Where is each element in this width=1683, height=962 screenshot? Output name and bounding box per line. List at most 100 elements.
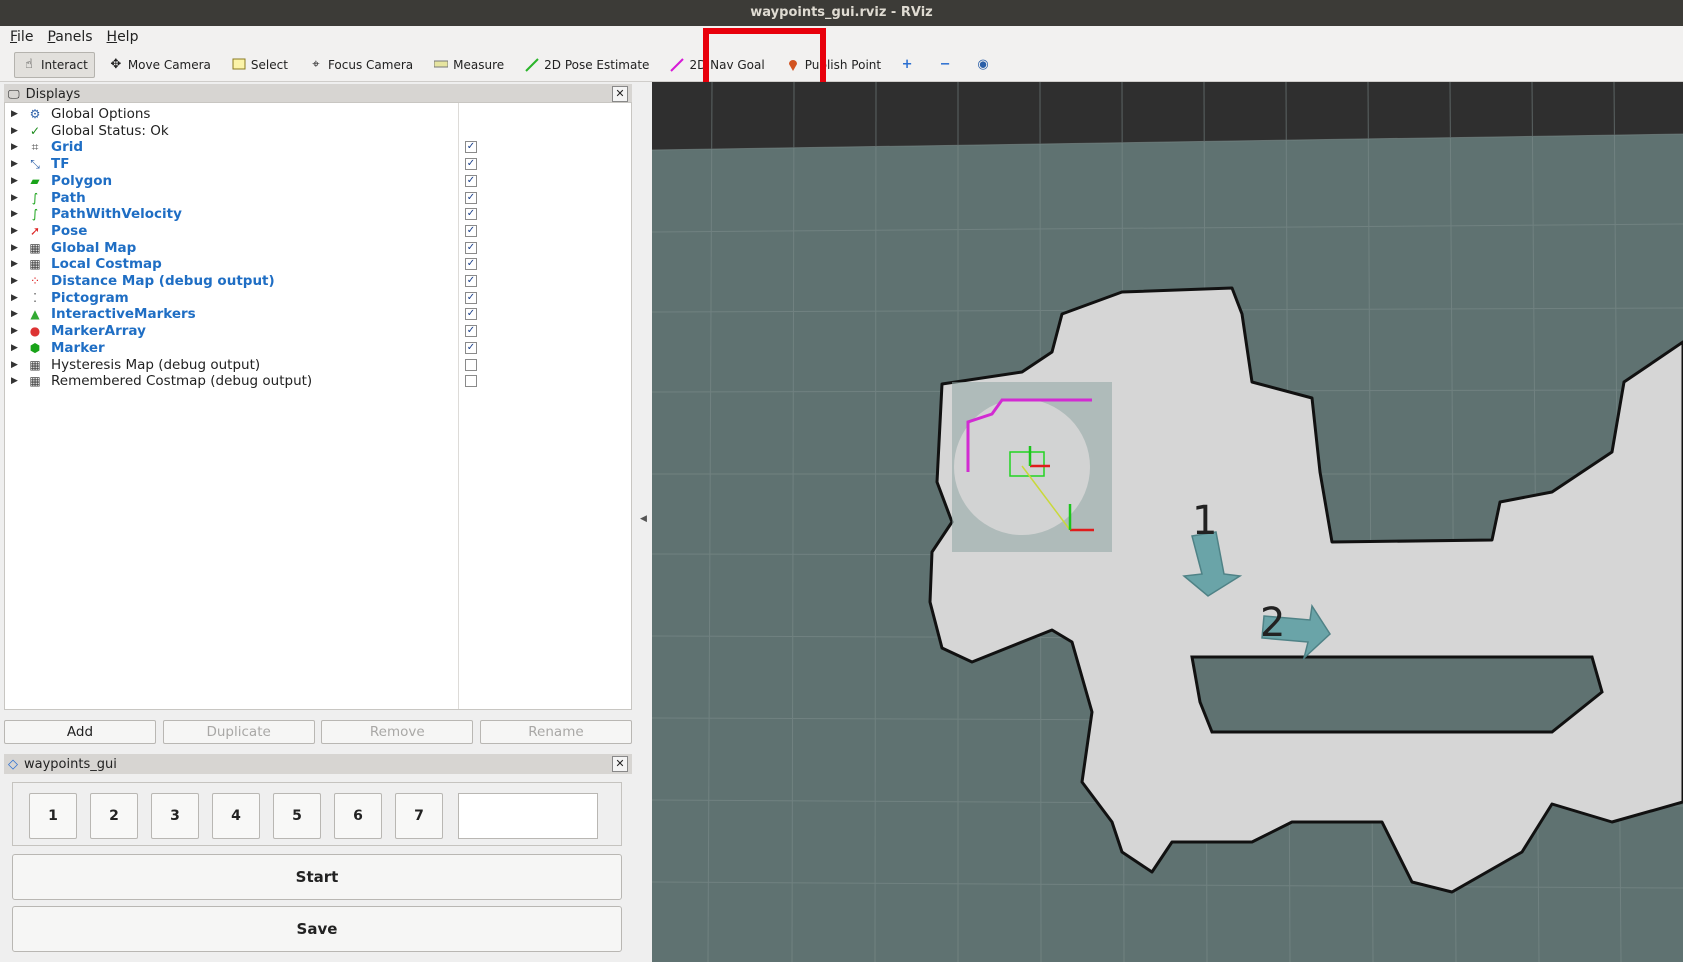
waypoint-number-box: 1 2 3 4 5 6 7 xyxy=(12,782,622,846)
display-label: Hysteresis Map (debug output) xyxy=(51,356,261,373)
display-row[interactable]: ▶ ▦ Hysteresis Map (debug output) xyxy=(5,356,631,374)
display-enabled-checkbox[interactable]: ✓ xyxy=(465,308,477,321)
display-row[interactable]: ▶ ⌗ Grid ✓ xyxy=(5,138,631,156)
rviz-3d-viewport[interactable]: 1 2 xyxy=(652,82,1683,962)
menu-panels[interactable]: Panels xyxy=(47,29,92,45)
expand-arrow-icon[interactable]: ▶ xyxy=(11,309,19,319)
expand-arrow-icon[interactable]: ▶ xyxy=(11,376,19,386)
display-row[interactable]: ▶ ⁚ Pictogram ✓ xyxy=(5,289,631,307)
expand-arrow-icon[interactable]: ▶ xyxy=(11,243,19,253)
display-row[interactable]: ▶ ⁘ Distance Map (debug output) ✓ xyxy=(5,272,631,290)
display-enabled-checkbox[interactable]: ✓ xyxy=(465,325,477,338)
waypoint-label-1: 1 xyxy=(1192,498,1217,544)
display-row[interactable]: ▶ ⤡ TF ✓ xyxy=(5,155,631,173)
save-button[interactable]: Save xyxy=(12,906,622,952)
expand-arrow-icon[interactable]: ▶ xyxy=(11,360,19,370)
display-row[interactable]: ▶ ⬢ Marker ✓ xyxy=(5,339,631,357)
display-enabled-checkbox[interactable]: ✓ xyxy=(465,174,477,187)
waypoint-input[interactable] xyxy=(458,793,598,839)
tool-select[interactable]: Select xyxy=(224,52,295,78)
add-tool-button[interactable]: + xyxy=(894,52,924,78)
tool-move-camera[interactable]: ✥ Move Camera xyxy=(101,52,218,78)
map-grid-icon: ▦ xyxy=(29,240,41,255)
waypoint-button-7[interactable]: 7 xyxy=(395,793,443,839)
waypoint-button-1[interactable]: 1 xyxy=(29,793,77,839)
menu-help[interactable]: Help xyxy=(107,29,139,45)
waypoint-button-5[interactable]: 5 xyxy=(273,793,321,839)
tool-2d-nav-goal[interactable]: 2D Nav Goal xyxy=(662,52,771,78)
display-enabled-checkbox[interactable]: ✓ xyxy=(465,208,477,221)
display-enabled-checkbox[interactable]: ✓ xyxy=(465,275,477,287)
display-enabled-checkbox[interactable]: ✓ xyxy=(465,141,477,154)
expand-arrow-icon[interactable]: ▶ xyxy=(11,109,19,119)
expand-arrow-icon[interactable]: ▶ xyxy=(11,326,19,336)
select-icon xyxy=(231,58,247,72)
display-row[interactable]: ▶ ∫ Path ✓ xyxy=(5,189,631,207)
expand-arrow-icon[interactable]: ▶ xyxy=(11,343,19,353)
gear-icon: ⚙ xyxy=(29,107,41,121)
display-row[interactable]: ▶ ⚙ Global Options xyxy=(5,105,631,123)
expand-arrow-icon[interactable]: ▶ xyxy=(11,176,19,186)
expand-arrow-icon[interactable]: ▶ xyxy=(11,259,19,269)
display-enabled-checkbox[interactable] xyxy=(465,358,477,371)
left-dock: 🖵 Displays ✕ ▶ ⚙ Global Options ▶ ✓ Global St… xyxy=(0,82,634,962)
waypoints-panel-title: waypoints_gui xyxy=(24,756,117,772)
displays-panel-title: Displays xyxy=(25,86,81,102)
tool-label: 2D Nav Goal xyxy=(689,57,765,72)
display-enabled-checkbox[interactable]: ✓ xyxy=(465,291,477,304)
remove-tool-button[interactable]: − xyxy=(932,52,962,78)
display-enabled-checkbox[interactable]: ✓ xyxy=(465,258,477,271)
view-menu-icon: ◉ xyxy=(977,56,989,72)
obstacle-block xyxy=(1190,655,1604,734)
start-button[interactable]: Start xyxy=(12,854,622,900)
dock-splitter[interactable]: ◀ xyxy=(634,82,652,962)
checkmark-icon: ✓ xyxy=(29,123,41,138)
display-enabled-checkbox[interactable]: ✓ xyxy=(465,191,477,204)
tool-interact[interactable]: ☝ Interact xyxy=(14,51,95,78)
display-enabled-checkbox[interactable]: ✓ xyxy=(465,341,477,354)
expand-arrow-icon[interactable]: ▶ xyxy=(11,209,19,219)
waypoint-button-3[interactable]: 3 xyxy=(151,793,199,839)
view-menu-button[interactable]: ◉ xyxy=(970,52,1000,78)
display-row[interactable]: ▶ ● MarkerArray ✓ xyxy=(5,322,631,340)
expand-arrow-icon[interactable]: ▶ xyxy=(11,159,19,169)
display-row[interactable]: ▶ ▦ Remembered Costmap (debug output) xyxy=(5,372,631,390)
display-row[interactable]: ▶ ➚ Pose ✓ xyxy=(5,222,631,240)
display-row[interactable]: ▶ ▦ Global Map ✓ xyxy=(5,239,631,257)
display-enabled-checkbox[interactable] xyxy=(465,375,477,388)
expand-arrow-icon[interactable]: ▶ xyxy=(11,226,19,236)
expand-arrow-icon[interactable]: ▶ xyxy=(11,126,19,136)
display-row[interactable]: ▶ ▰ Polygon ✓ xyxy=(5,172,631,190)
waypoint-button-2[interactable]: 2 xyxy=(90,793,138,839)
rename-button[interactable]: Rename xyxy=(479,720,632,744)
display-enabled-checkbox[interactable]: ✓ xyxy=(465,241,477,254)
close-icon[interactable]: ✕ xyxy=(612,86,628,102)
tool-focus-camera[interactable]: ⌖ Focus Camera xyxy=(301,52,420,78)
local-costmap-overlay xyxy=(952,382,1112,552)
display-row[interactable]: ▶ ▦ Local Costmap ✓ xyxy=(5,255,631,273)
remove-button[interactable]: Remove xyxy=(321,720,474,744)
tool-publish-point[interactable]: Publish Point xyxy=(778,52,888,78)
tool-measure[interactable]: Measure xyxy=(426,52,511,78)
path-icon: ∫ xyxy=(31,207,39,222)
display-enabled-checkbox[interactable]: ✓ xyxy=(465,158,477,171)
duplicate-button[interactable]: Duplicate xyxy=(162,720,315,744)
display-label: Pictogram xyxy=(51,289,129,306)
display-row[interactable]: ▶ ✓ Global Status: Ok xyxy=(5,122,631,140)
pictogram-icon: ⁚ xyxy=(33,290,37,305)
expand-arrow-icon[interactable]: ▶ xyxy=(11,142,19,152)
close-icon[interactable]: ✕ xyxy=(612,756,628,772)
menu-file[interactable]: File xyxy=(10,29,33,45)
display-enabled-checkbox[interactable]: ✓ xyxy=(465,224,477,237)
display-row[interactable]: ▶ ∫ PathWithVelocity ✓ xyxy=(5,205,631,223)
waypoint-button-4[interactable]: 4 xyxy=(212,793,260,839)
expand-arrow-icon[interactable]: ▶ xyxy=(11,293,19,303)
add-button[interactable]: Add xyxy=(4,720,156,744)
collapse-arrow-icon[interactable]: ◀ xyxy=(640,514,647,524)
waypoint-button-6[interactable]: 6 xyxy=(334,793,382,839)
expand-arrow-icon[interactable]: ▶ xyxy=(11,276,19,286)
display-row[interactable]: ▶ ▲ InteractiveMarkers ✓ xyxy=(5,305,631,323)
tool-2d-pose-estimate[interactable]: 2D Pose Estimate xyxy=(517,52,656,78)
tool-label: Move Camera xyxy=(127,57,211,72)
expand-arrow-icon[interactable]: ▶ xyxy=(11,193,19,203)
